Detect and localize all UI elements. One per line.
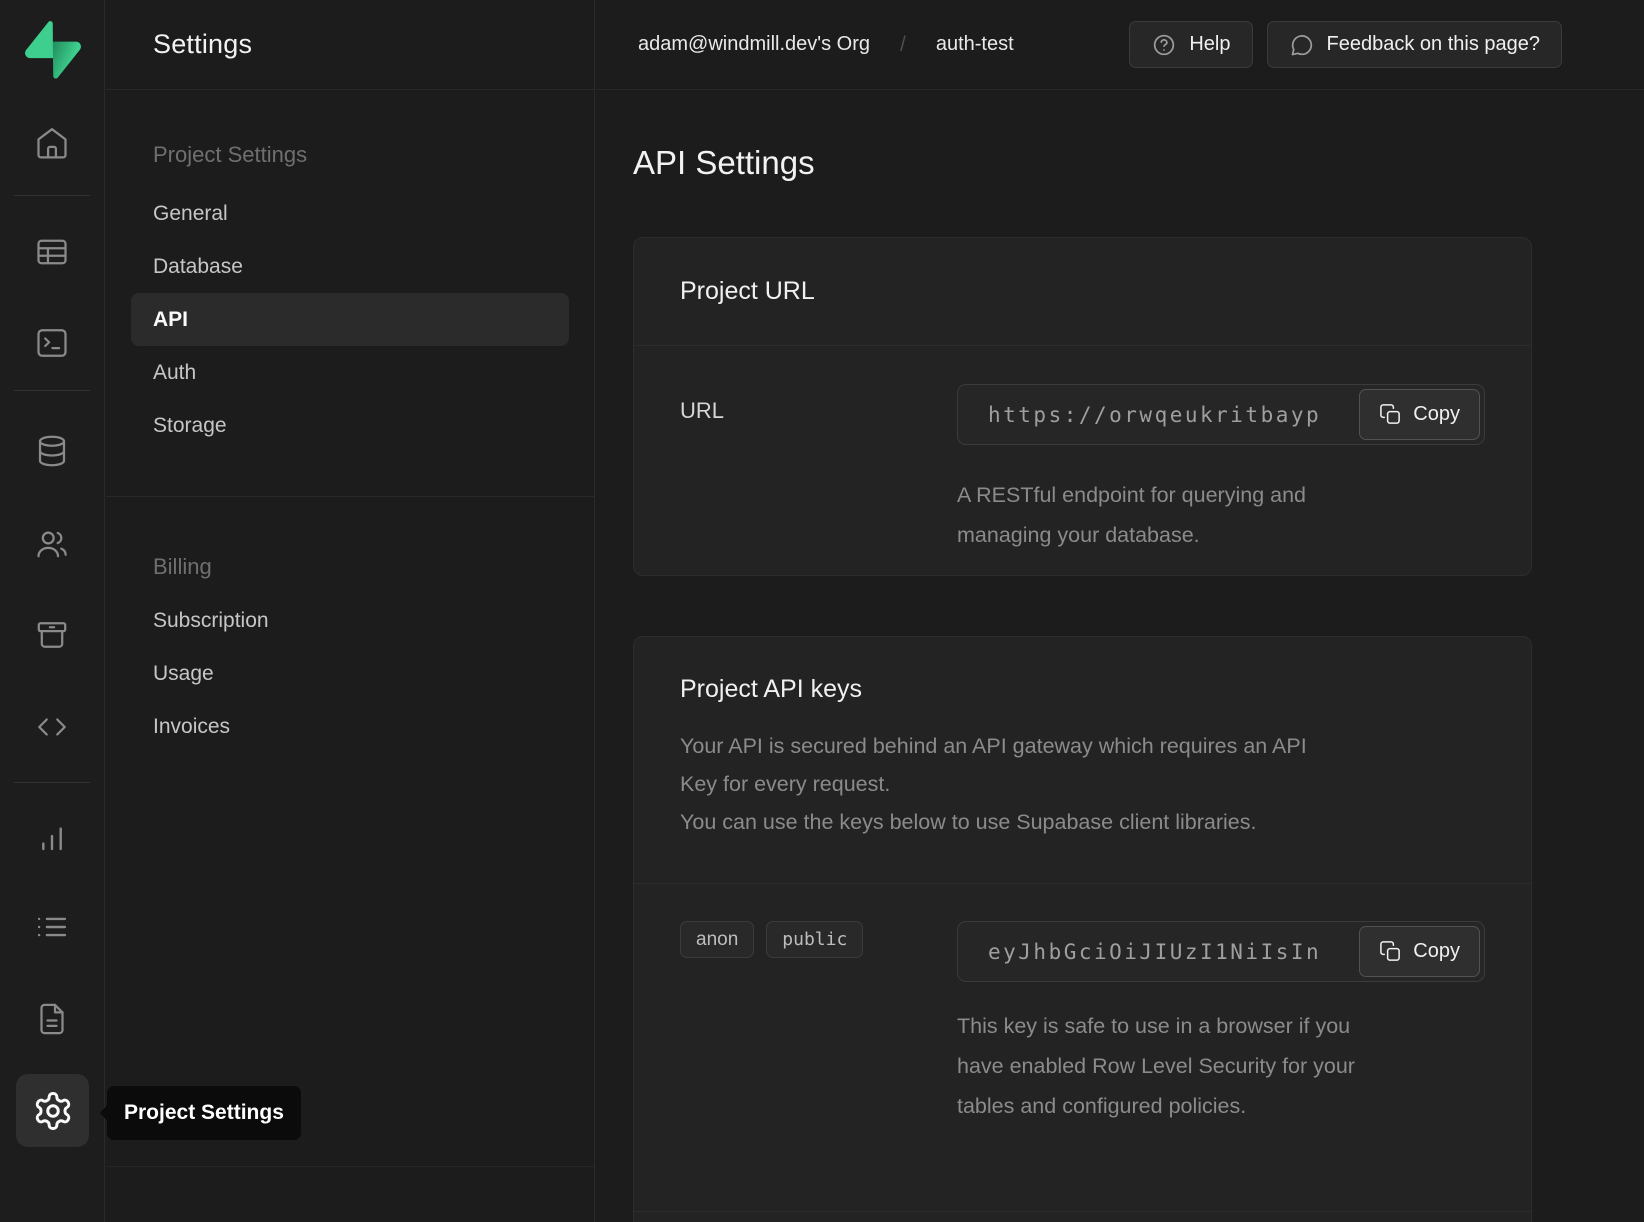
api-keys-description-line: Key for every request. [680, 765, 1485, 803]
sidebar-item-logs[interactable] [30, 905, 74, 949]
public-badge: public [766, 921, 863, 958]
nav-item-subscription[interactable]: Subscription [106, 594, 594, 647]
home-icon [34, 125, 70, 161]
nav-divider [106, 496, 594, 497]
anon-badge: anon [680, 921, 754, 958]
anon-key-description-line: tables and configured policies. [957, 1086, 1485, 1126]
url-value: https://orwqeukritbayp [988, 403, 1321, 427]
nav-item-invoices[interactable]: Invoices [106, 700, 594, 753]
bar-chart-icon [34, 819, 70, 855]
copy-icon [1379, 403, 1402, 426]
file-text-icon [34, 1001, 70, 1037]
rail-divider [14, 782, 90, 783]
main-content: adam@windmill.dev's Org / auth-test Help [596, 0, 1644, 1222]
sidebar-item-authentication[interactable] [30, 522, 74, 566]
table-icon [34, 234, 70, 270]
url-label: URL [680, 384, 957, 555]
copy-url-label: Copy [1413, 403, 1460, 426]
copy-icon [1379, 940, 1402, 963]
copy-anon-key-button[interactable]: Copy [1359, 926, 1480, 977]
sidebar-item-api-docs[interactable] [30, 997, 74, 1041]
users-icon [34, 526, 70, 562]
rail-divider [14, 390, 90, 391]
content-header: adam@windmill.dev's Org / auth-test Help [596, 0, 1644, 90]
card-tail [634, 1212, 1531, 1222]
api-keys-description: Your API is secured behind an API gatewa… [680, 727, 1485, 841]
header-actions: Help Feedback on this page? [1129, 21, 1562, 68]
content-body: API Settings Project URL URL https://orw… [596, 140, 1644, 1222]
feedback-button-label: Feedback on this page? [1327, 33, 1541, 56]
nav-section-billing: Billing [153, 552, 594, 582]
key-field-column: eyJhbGciOiJIUzI1NiIsIn Copy [957, 921, 1485, 1126]
sidebar-item-reports[interactable] [30, 815, 74, 859]
breadcrumb-separator: / [900, 33, 906, 57]
copy-url-button[interactable]: Copy [1359, 389, 1480, 440]
sidebar-item-home[interactable] [30, 121, 74, 165]
anon-key-description-line: This key is safe to use in a browser if … [957, 1006, 1485, 1046]
api-keys-card-header: Project API keys Your API is secured beh… [634, 637, 1531, 841]
sidebar-item-database[interactable] [30, 429, 74, 473]
sidebar-item-sql-editor[interactable] [30, 321, 74, 365]
url-input[interactable]: https://orwqeukritbayp Copy [957, 384, 1485, 445]
key-badges: anon public [680, 921, 957, 1126]
project-url-card-header: Project URL [634, 238, 1531, 346]
url-description: A RESTful endpoint for querying and mana… [957, 475, 1485, 555]
settings-nav-panel: Settings Project Settings General Databa… [106, 0, 595, 1222]
nav-section-project-settings: Project Settings [153, 140, 594, 170]
feedback-button[interactable]: Feedback on this page? [1267, 21, 1563, 68]
project-settings-tooltip: Project Settings [107, 1086, 301, 1140]
nav-item-usage[interactable]: Usage [106, 647, 594, 700]
project-api-keys-card: Project API keys Your API is secured beh… [633, 636, 1532, 1222]
tooltip-label: Project Settings [124, 1101, 284, 1125]
nav-bottom-divider [106, 1166, 594, 1167]
project-url-card: Project URL URL https://orwqeukritbayp [633, 237, 1532, 576]
url-description-line: managing your database. [957, 515, 1485, 555]
api-keys-card-title: Project API keys [680, 674, 1485, 705]
code-icon [34, 709, 70, 745]
archive-icon [34, 617, 70, 653]
nav-item-database[interactable]: Database [106, 240, 594, 293]
nav-item-storage[interactable]: Storage [106, 399, 594, 452]
nav-item-auth[interactable]: Auth [106, 346, 594, 399]
sidebar-item-edge-functions[interactable] [30, 705, 74, 749]
list-icon [34, 909, 70, 945]
supabase-logo[interactable] [25, 21, 81, 79]
help-button-label: Help [1189, 33, 1230, 56]
sidebar-item-storage[interactable] [30, 613, 74, 657]
api-keys-description-line: Your API is secured behind an API gatewa… [680, 727, 1485, 765]
url-field-column: https://orwqeukritbayp Copy [957, 384, 1485, 555]
supabase-logo-icon [25, 21, 81, 79]
nav-item-general[interactable]: General [106, 187, 594, 240]
database-icon [34, 433, 70, 469]
sidebar-item-table-editor[interactable] [30, 230, 74, 274]
anon-key-value: eyJhbGciOiJIUzI1NiIsIn [988, 940, 1321, 964]
breadcrumb-project[interactable]: auth-test [936, 33, 1014, 56]
anon-key-description-line: have enabled Row Level Security for your [957, 1046, 1485, 1086]
url-description-line: A RESTful endpoint for querying and [957, 475, 1485, 515]
breadcrumb-org[interactable]: adam@windmill.dev's Org [638, 33, 870, 56]
gear-icon [32, 1090, 74, 1132]
message-bubble-icon [1289, 32, 1315, 58]
breadcrumb: adam@windmill.dev's Org / auth-test [638, 33, 1014, 57]
nav-item-api[interactable]: API [131, 293, 569, 346]
settings-nav-header: Settings [106, 0, 594, 90]
settings-nav-title: Settings [153, 29, 252, 60]
terminal-icon [34, 325, 70, 361]
anon-key-row: anon public eyJhbGciOiJIUzI1NiIsIn [634, 884, 1531, 1126]
copy-anon-key-label: Copy [1413, 940, 1460, 963]
icon-rail [0, 0, 105, 1222]
rail-divider [14, 195, 90, 196]
help-circle-icon [1151, 32, 1177, 58]
help-button[interactable]: Help [1129, 21, 1252, 68]
project-url-card-title: Project URL [680, 276, 1485, 307]
page-title: API Settings [633, 140, 1644, 186]
url-row: URL https://orwqeukritbayp Copy [634, 346, 1531, 575]
anon-key-description: This key is safe to use in a browser if … [957, 1006, 1485, 1126]
anon-key-input[interactable]: eyJhbGciOiJIUzI1NiIsIn Copy [957, 921, 1485, 982]
api-keys-description-line: You can use the keys below to use Supaba… [680, 803, 1485, 841]
sidebar-item-project-settings[interactable] [16, 1074, 89, 1147]
settings-nav-body: Project Settings General Database API Au… [106, 140, 594, 753]
